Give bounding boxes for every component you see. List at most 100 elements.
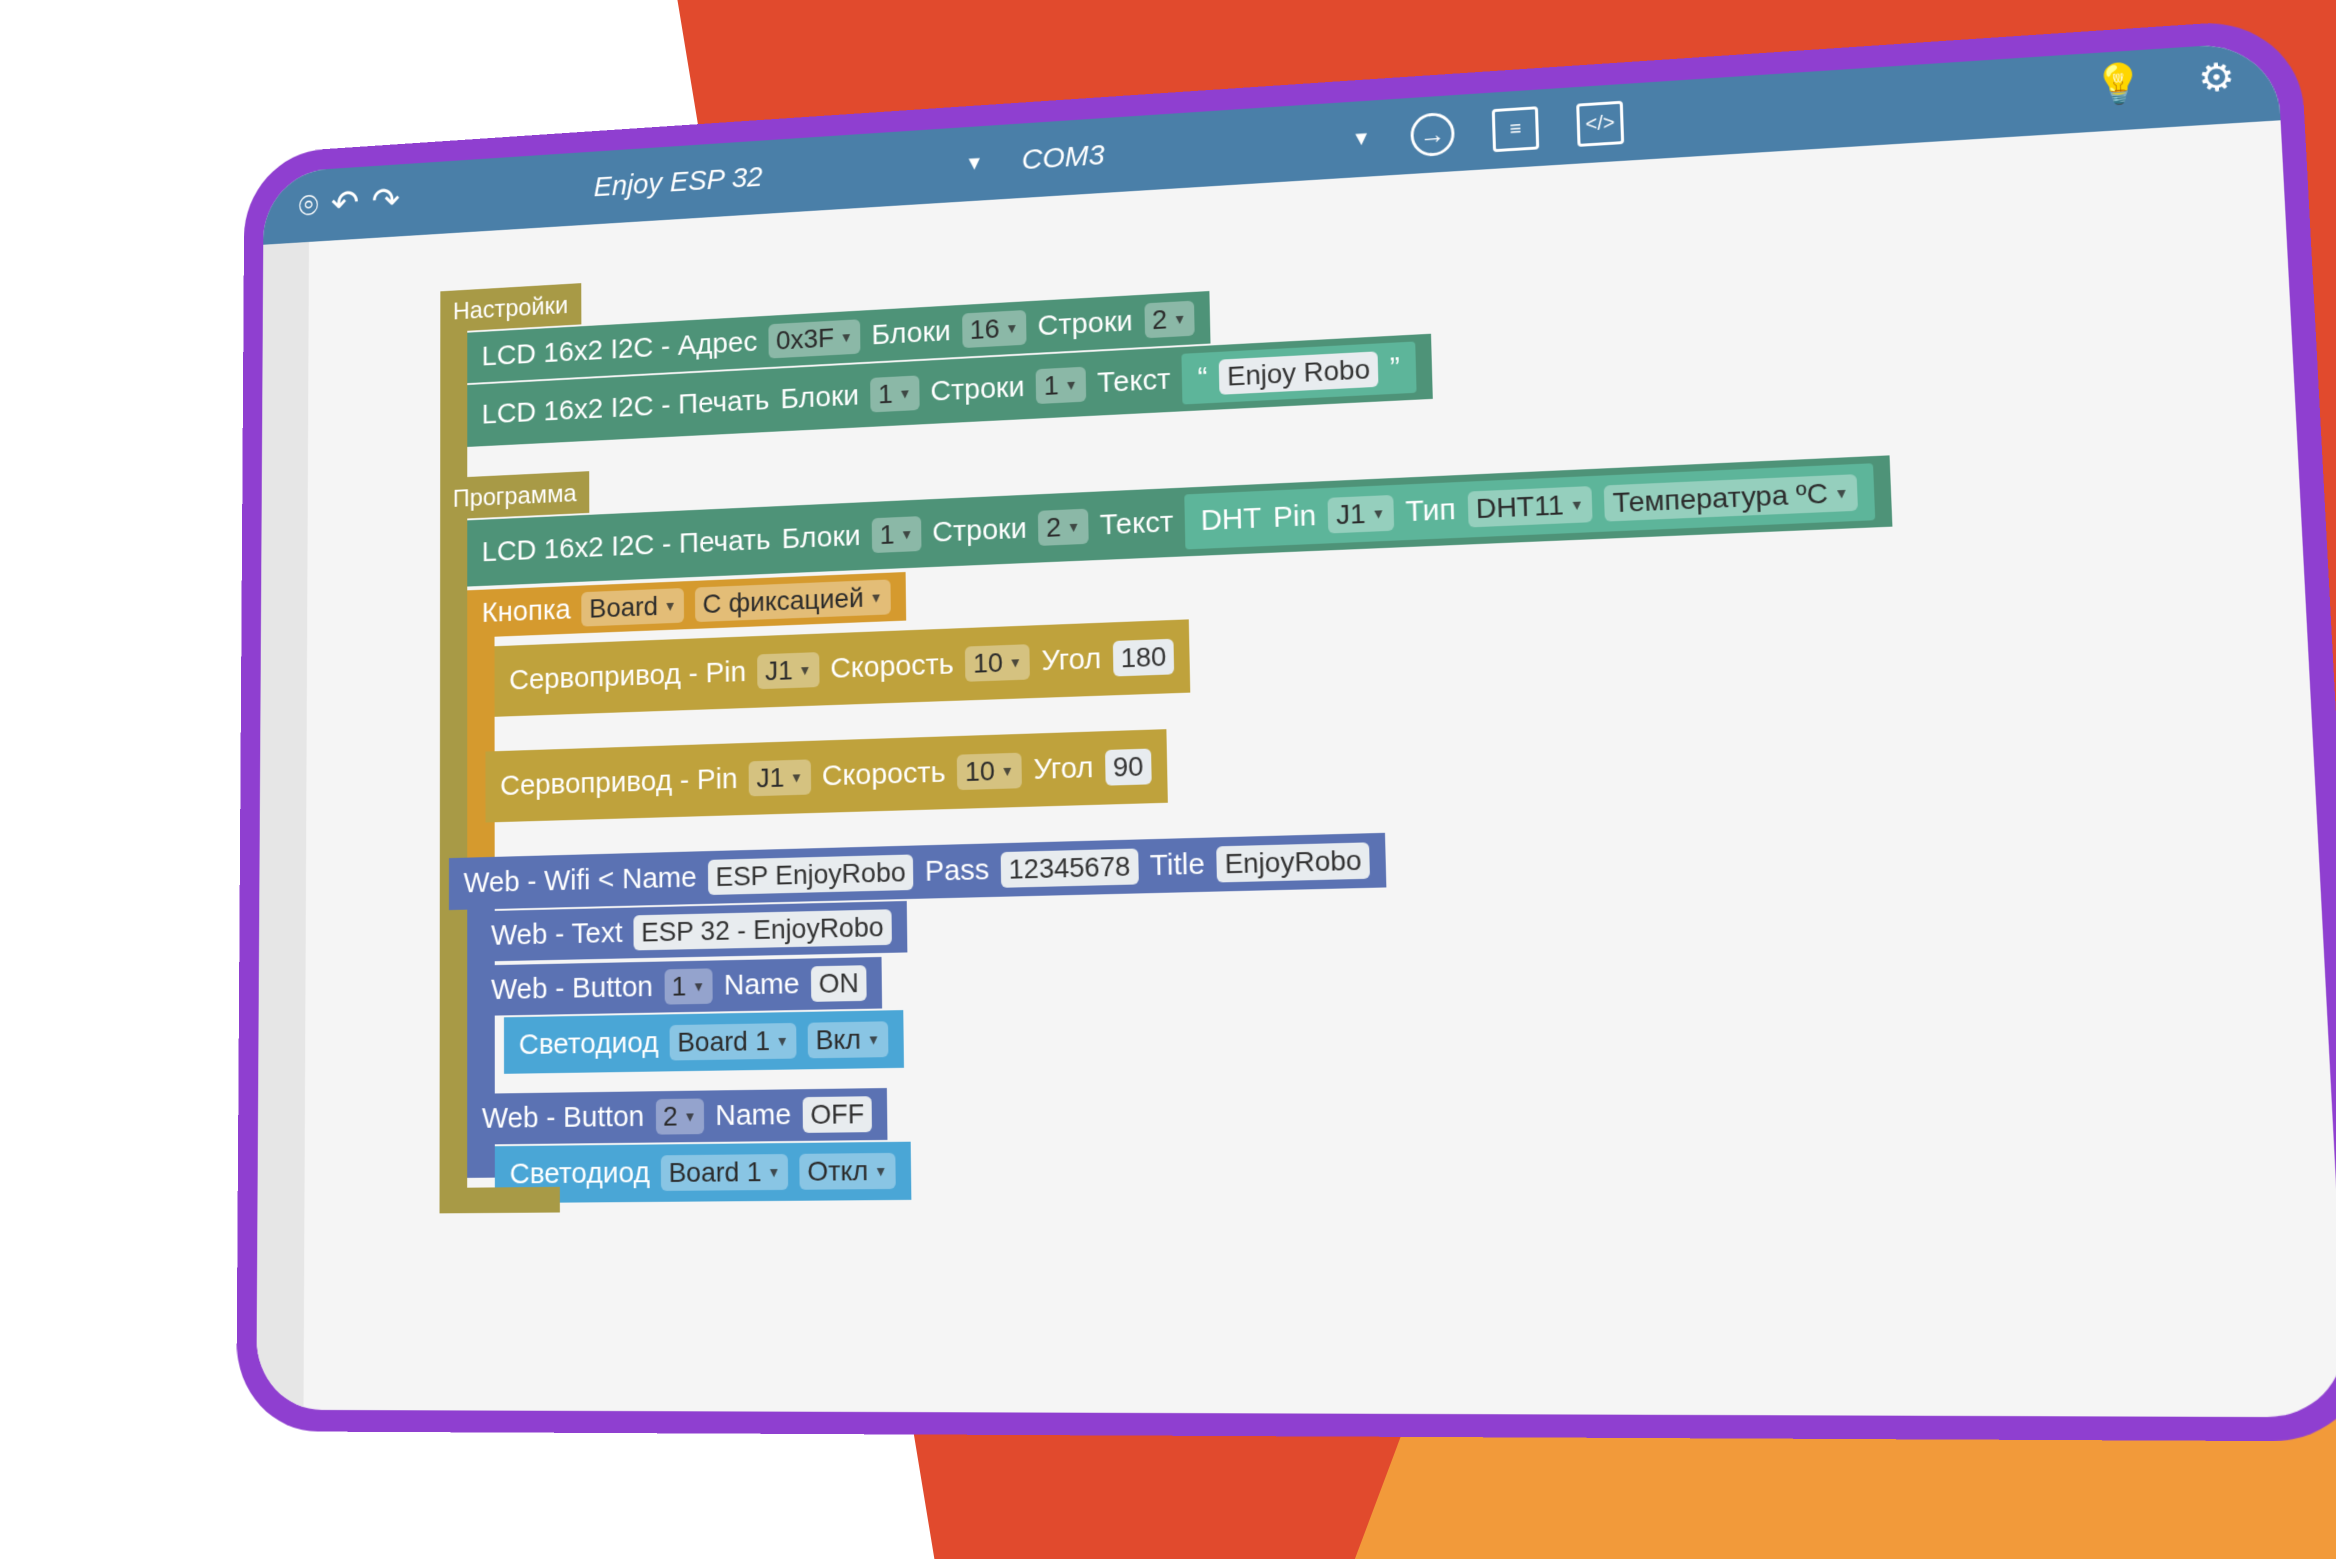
setup-hat-block[interactable]: Настройки xyxy=(440,283,581,333)
servo-label: Сервопривод - Pin xyxy=(500,762,738,802)
led-board-value: Board 1 xyxy=(677,1025,771,1058)
lcd-row-dropdown[interactable]: 2 ▼ xyxy=(1038,508,1089,546)
program-block-spine xyxy=(439,327,468,1188)
lcd-row-dropdown[interactable]: 1 ▼ xyxy=(1035,366,1086,405)
undo-icon[interactable]: ↶ xyxy=(331,184,359,224)
dht-pin-dropdown[interactable]: J1 ▼ xyxy=(1327,494,1394,534)
lcd-block-label: Блоки xyxy=(780,379,860,416)
toolbox-rail xyxy=(256,241,309,1410)
dht-measure-dropdown[interactable]: Температура ºC ▼ xyxy=(1603,474,1858,522)
setup-hat-label: Настройки xyxy=(452,289,569,325)
led-board-value: Board 1 xyxy=(668,1156,762,1188)
web-text-label: Web - Text xyxy=(491,916,623,952)
web-text-field[interactable]: ESP 32 - EnjoyRobo xyxy=(633,909,892,951)
chevron-down-icon: ▼ xyxy=(898,385,912,402)
web-text-block[interactable]: Web - Text ESP 32 - EnjoyRobo xyxy=(476,901,907,962)
program-hat-block[interactable]: Программа xyxy=(440,471,590,520)
servo-block-1[interactable]: Сервопривод - Pin J1 ▼ Скорость 10 ▼ Угол … xyxy=(494,619,1191,717)
web-button-block-2[interactable]: Web - Button 2 ▼ Name OFF xyxy=(467,1088,888,1145)
dht-type-value: DHT11 xyxy=(1475,489,1565,525)
lcd-text-label: Текст xyxy=(1096,363,1171,400)
web-button-num-dropdown[interactable]: 2 ▼ xyxy=(655,1098,705,1135)
web-button-name-field[interactable]: OFF xyxy=(802,1096,872,1133)
chevron-down-icon: ▼ xyxy=(899,526,914,543)
text-string-field[interactable]: Enjoy Robo xyxy=(1218,351,1379,395)
led-state-value: Откл xyxy=(807,1155,869,1187)
board-select[interactable]: Enjoy ESP 32 ▼ xyxy=(594,147,984,204)
web-button-num-value: 1 xyxy=(671,970,687,1002)
text-string-block[interactable]: “ Enjoy Robo ” xyxy=(1181,341,1417,405)
dht-pin-value: J1 xyxy=(1335,498,1366,531)
wifi-name-field[interactable]: ESP EnjoyRobo xyxy=(707,854,914,896)
camera-icon[interactable]: ⌾ xyxy=(298,186,318,226)
led-board-dropdown[interactable]: Board 1 ▼ xyxy=(661,1153,789,1191)
servo-speed-dropdown[interactable]: 10 ▼ xyxy=(965,644,1031,682)
chevron-down-icon: ▼ xyxy=(866,1031,881,1048)
button-block-spine xyxy=(467,636,495,858)
chevron-down-icon: ▼ xyxy=(683,1108,697,1125)
lcd-cols-value: 16 xyxy=(969,313,1000,345)
lcd-rows-value: 2 xyxy=(1151,304,1168,335)
dht-label: DHT xyxy=(1200,501,1262,537)
dht-type-label: Тип xyxy=(1404,493,1457,529)
dht-measure-value: Температура ºC xyxy=(1612,477,1829,519)
lcd-cols-dropdown[interactable]: 16 ▼ xyxy=(961,309,1027,349)
quote-open-icon: “ xyxy=(1197,361,1208,394)
wifi-pass-label: Pass xyxy=(924,853,990,888)
chevron-down-icon: ▼ xyxy=(1833,484,1850,502)
gear-icon[interactable]: ⚙ xyxy=(2197,56,2236,101)
servo-angle-label: Угол xyxy=(1041,642,1102,678)
servo-angle-input[interactable]: 180 xyxy=(1112,638,1175,677)
wifi-pass-field[interactable]: 12345678 xyxy=(1000,848,1139,888)
button-source-value: Board xyxy=(589,590,659,624)
web-wifi-block[interactable]: Web - Wifi < Name ESP EnjoyRobo Pass 123… xyxy=(448,832,1387,911)
chevron-down-icon: ▼ xyxy=(767,1164,781,1181)
lcd-addr-dropdown[interactable]: 0x3F ▼ xyxy=(768,319,861,359)
chevron-down-icon: ▼ xyxy=(1000,762,1015,779)
web-button-label: Web - Button xyxy=(491,970,654,1006)
chevron-down-icon: ▼ xyxy=(1005,320,1019,337)
upload-icon[interactable]: → xyxy=(1410,111,1456,158)
lcd-print-label: LCD 16x2 I2C - Печать xyxy=(481,384,770,431)
servo-speed-label: Скорость xyxy=(830,648,954,685)
led-board-dropdown[interactable]: Board 1 ▼ xyxy=(669,1022,797,1061)
button-mode-dropdown[interactable]: С фиксацией ▼ xyxy=(695,579,891,623)
button-source-dropdown[interactable]: Board ▼ xyxy=(581,587,685,627)
led-state-dropdown[interactable]: Вкл ▼ xyxy=(807,1021,889,1059)
dht-sensor-block[interactable]: DHT Pin J1 ▼ Тип DHT11 ▼ Температура ºC ▼ xyxy=(1184,463,1876,550)
wifi-title-field[interactable]: EnjoyRobo xyxy=(1216,842,1371,883)
servo-pin-dropdown[interactable]: J1 ▼ xyxy=(748,759,811,797)
servo-block-2[interactable]: Сервопривод - Pin J1 ▼ Скорость 10 ▼ Угол … xyxy=(485,729,1168,823)
lcd-block-label: Блоки xyxy=(781,519,861,556)
web-button-name-field[interactable]: ON xyxy=(810,965,867,1002)
web-button-num-value: 2 xyxy=(662,1100,678,1132)
board-label: Enjoy ESP 32 xyxy=(593,161,763,203)
toolbar: ⌾ ↶ ↷ Enjoy ESP 32 ▼ COM3 ▼ → ≡ </> 💡 ⚙ xyxy=(263,41,2281,245)
web-button-label: Web - Button xyxy=(481,1100,645,1135)
lcd-rows-dropdown[interactable]: 2 ▼ xyxy=(1143,300,1195,339)
lcd-block-dropdown[interactable]: 1 ▼ xyxy=(871,516,922,554)
app-screen: ⌾ ↶ ↷ Enjoy ESP 32 ▼ COM3 ▼ → ≡ </> 💡 ⚙ xyxy=(256,41,2336,1418)
code-icon[interactable]: </> xyxy=(1576,100,1625,147)
dht-pin-label: Pin xyxy=(1272,499,1317,534)
lightbulb-icon[interactable]: 💡 xyxy=(2093,62,2146,108)
lcd-row-value: 1 xyxy=(1043,370,1059,401)
lcd-row-label: Строки xyxy=(930,370,1025,408)
servo-angle-input[interactable]: 90 xyxy=(1104,748,1152,786)
lcd-print-program-block[interactable]: LCD 16x2 I2C - Печать Блоки 1 ▼ Строки 2 ▼… xyxy=(467,455,1893,587)
web-button-num-dropdown[interactable]: 1 ▼ xyxy=(664,968,713,1005)
led-label: Светодиод xyxy=(518,1026,659,1061)
redo-icon[interactable]: ↷ xyxy=(372,181,400,222)
led-block-1[interactable]: Светодиод Board 1 ▼ Вкл ▼ xyxy=(503,1010,904,1074)
chevron-down-icon: ▼ xyxy=(663,597,677,614)
servo-speed-dropdown[interactable]: 10 ▼ xyxy=(956,752,1023,791)
web-button-block-1[interactable]: Web - Button 1 ▼ Name ON xyxy=(476,956,883,1016)
led-state-dropdown[interactable]: Откл ▼ xyxy=(799,1152,896,1190)
lcd-cols-label: Блоки xyxy=(871,315,952,352)
port-select[interactable]: COM3 ▼ xyxy=(1021,122,1371,177)
dht-type-dropdown[interactable]: DHT11 ▼ xyxy=(1467,486,1593,528)
servo-pin-dropdown[interactable]: J1 ▼ xyxy=(757,652,820,690)
lcd-block-dropdown[interactable]: 1 ▼ xyxy=(870,375,920,413)
comment-icon[interactable]: ≡ xyxy=(1491,106,1540,153)
web-button-name-label: Name xyxy=(715,1098,792,1132)
